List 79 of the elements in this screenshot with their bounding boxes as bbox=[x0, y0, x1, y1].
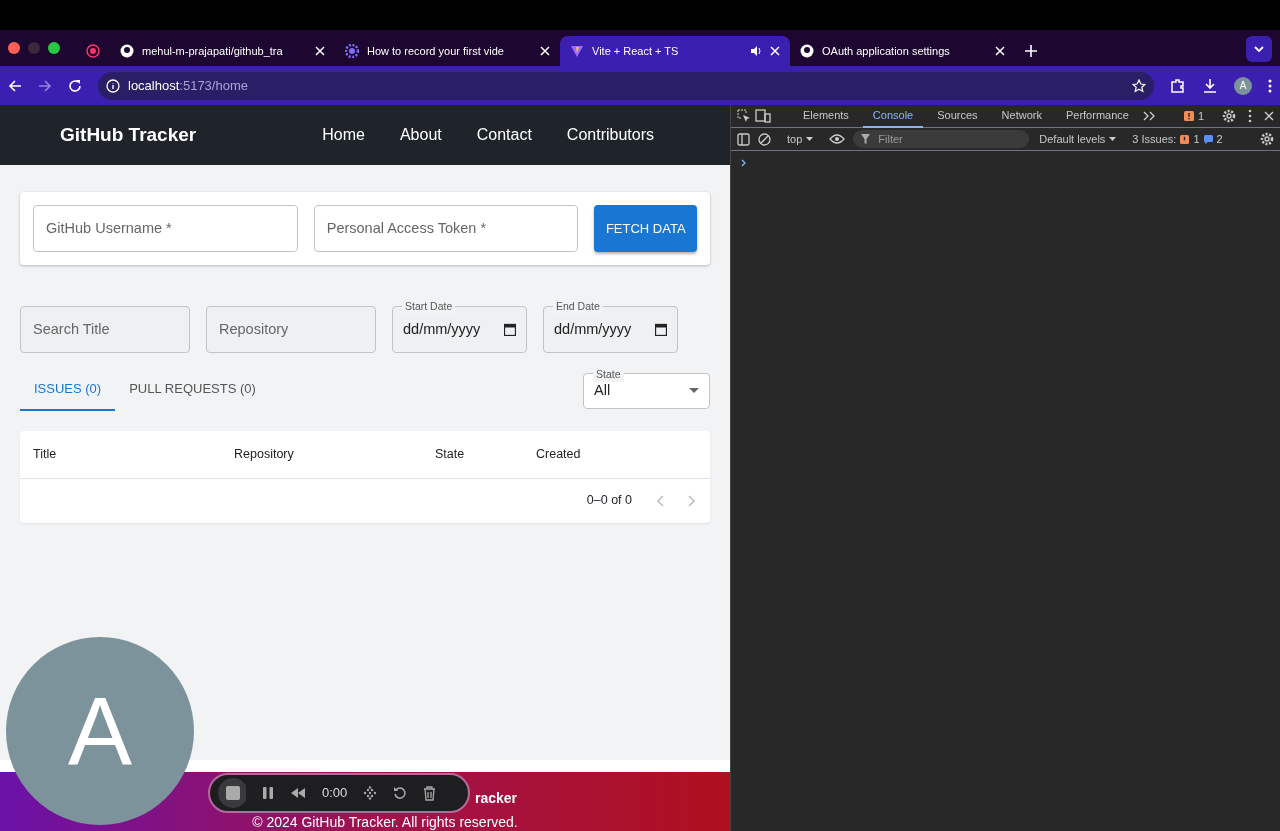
input-field[interactable]: GitHub Username * bbox=[33, 205, 298, 252]
fetch-data-button[interactable]: FETCH DATA bbox=[594, 205, 697, 252]
forward-icon[interactable] bbox=[38, 78, 52, 93]
stop-icon[interactable] bbox=[218, 778, 246, 808]
browser-tab[interactable]: Vite + React + TS bbox=[560, 36, 790, 66]
column-header: Created bbox=[536, 445, 582, 463]
pause-icon[interactable] bbox=[262, 786, 274, 800]
date-value: dd/mm/yyyy bbox=[554, 319, 632, 339]
browser-tab[interactable]: How to record your first vide bbox=[335, 36, 560, 66]
calendar-icon bbox=[655, 323, 667, 336]
gear-icon bbox=[345, 44, 359, 58]
dropdown-icon bbox=[689, 388, 699, 393]
brand-title: GitHub Tracker bbox=[60, 122, 197, 147]
close-icon[interactable] bbox=[1264, 111, 1274, 121]
input-field[interactable]: Repository bbox=[206, 306, 376, 353]
nav-link[interactable]: Home bbox=[322, 123, 365, 147]
browser-tab[interactable]: mehul-m-prajapati/github_tra bbox=[110, 36, 335, 66]
issues-counter[interactable]: 3 Issues: 1 2 bbox=[1132, 130, 1223, 148]
nav-link[interactable]: Contributors bbox=[566, 123, 654, 147]
input-field[interactable]: Search Title bbox=[20, 306, 190, 353]
message-icon bbox=[1203, 134, 1213, 144]
calendar-icon bbox=[504, 323, 516, 336]
column-header: Repository bbox=[234, 445, 295, 463]
settings-icon[interactable] bbox=[1260, 132, 1274, 146]
filter-icon bbox=[861, 134, 871, 144]
tab[interactable]: PULL REQUESTS (0) bbox=[115, 369, 270, 411]
puzzle-icon[interactable] bbox=[1170, 77, 1186, 94]
plus-icon[interactable] bbox=[1025, 45, 1037, 57]
footer-title: racker bbox=[474, 790, 517, 806]
star-icon[interactable] bbox=[1132, 78, 1146, 93]
sidebar-icon[interactable] bbox=[737, 132, 750, 146]
address-field[interactable]: localhost:5173/home bbox=[98, 71, 1154, 100]
window-control-icon[interactable] bbox=[48, 42, 60, 54]
trash-icon[interactable] bbox=[423, 785, 437, 801]
devtools-tab[interactable]: Performance bbox=[1055, 104, 1139, 128]
clear-icon[interactable] bbox=[758, 132, 771, 146]
devtools-tab[interactable]: Console bbox=[862, 104, 924, 128]
tab[interactable]: ISSUES (0) bbox=[20, 369, 116, 411]
more-icon[interactable] bbox=[1268, 78, 1272, 93]
column-header: State bbox=[435, 445, 466, 463]
prompt-icon bbox=[741, 159, 747, 168]
pagination-text: 0–0 of 0 bbox=[586, 492, 632, 510]
error-count[interactable]: 1 bbox=[1183, 107, 1204, 125]
browser-tab[interactable]: OAuth application settings bbox=[790, 36, 1015, 66]
inspect-icon[interactable] bbox=[737, 109, 751, 123]
nav-link[interactable]: Contact bbox=[476, 123, 532, 147]
devtools-tab[interactable]: Network bbox=[991, 104, 1052, 128]
levels-select[interactable]: Default levels bbox=[1039, 130, 1117, 148]
webcam-avatar: A bbox=[6, 637, 194, 825]
recording-time: 0:00 bbox=[322, 784, 348, 803]
eye-icon[interactable] bbox=[829, 134, 846, 144]
flag-icon bbox=[1180, 134, 1190, 144]
info-icon bbox=[106, 78, 120, 93]
more-icon[interactable] bbox=[1248, 109, 1252, 123]
caret-icon bbox=[1109, 137, 1117, 141]
more-tabs-icon[interactable] bbox=[1142, 111, 1155, 121]
date-value: dd/mm/yyyy bbox=[403, 319, 481, 339]
context-select[interactable]: top bbox=[787, 130, 814, 148]
rewind-icon[interactable] bbox=[290, 787, 306, 799]
flag-icon bbox=[1183, 111, 1194, 121]
devtools-tab[interactable]: Sources bbox=[927, 104, 988, 128]
restart-icon[interactable] bbox=[393, 786, 408, 800]
window-control-icon[interactable] bbox=[8, 42, 20, 54]
column-header: Title bbox=[32, 445, 58, 463]
caret-icon bbox=[806, 137, 814, 141]
device-icon[interactable] bbox=[755, 109, 771, 123]
devtools-tab[interactable]: Elements bbox=[793, 104, 859, 128]
back-icon[interactable] bbox=[8, 78, 22, 93]
filter-field[interactable]: Filter bbox=[853, 130, 1030, 148]
select-value: All bbox=[594, 380, 611, 400]
reload-icon[interactable] bbox=[68, 78, 82, 93]
nav-link[interactable]: About bbox=[399, 123, 442, 147]
settings-icon[interactable] bbox=[1222, 109, 1236, 123]
tab-search-icon[interactable] bbox=[1246, 36, 1272, 62]
input-field[interactable]: Personal Access Token * bbox=[313, 205, 579, 252]
grid-dots-icon[interactable] bbox=[363, 786, 378, 800]
record-icon bbox=[86, 44, 100, 58]
download-icon[interactable] bbox=[1202, 77, 1218, 94]
copyright-text: © 2024 GitHub Tracker. All rights reserved. bbox=[252, 814, 518, 830]
